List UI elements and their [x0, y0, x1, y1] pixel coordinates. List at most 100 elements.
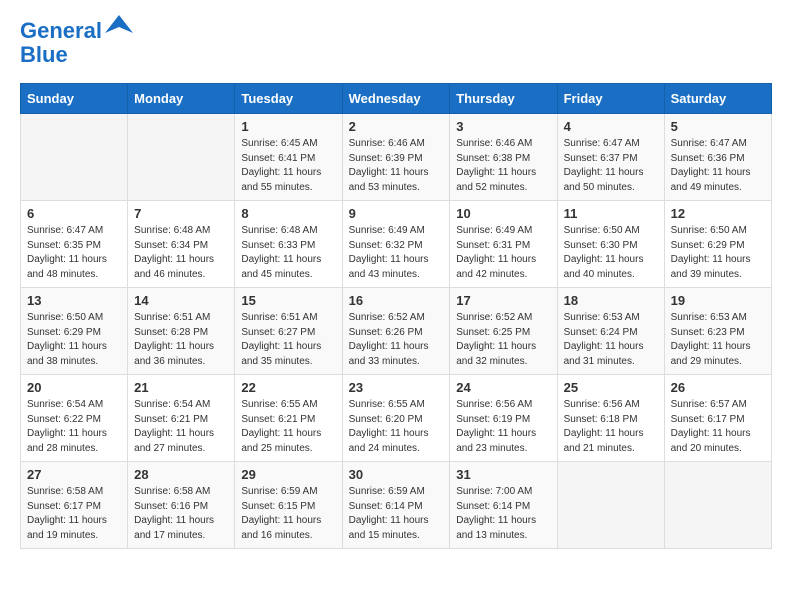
day-info: Sunrise: 6:56 AM Sunset: 6:18 PM Dayligh… [564, 398, 658, 456]
logo-text-blue: Blue [20, 42, 133, 68]
day-info: Sunrise: 6:50 AM Sunset: 6:29 PM Dayligh… [671, 224, 765, 282]
day-number: 7 [134, 206, 228, 221]
day-number: 15 [241, 293, 335, 308]
logo-text-general: General [20, 20, 102, 42]
day-info: Sunrise: 6:49 AM Sunset: 6:32 PM Dayligh… [349, 224, 444, 282]
day-info: Sunrise: 6:47 AM Sunset: 6:37 PM Dayligh… [564, 137, 658, 195]
calendar-cell: 12 Sunrise: 6:50 AM Sunset: 6:29 PM Dayli… [664, 201, 771, 288]
day-info: Sunrise: 6:51 AM Sunset: 6:28 PM Dayligh… [134, 311, 228, 369]
calendar-cell [557, 462, 664, 549]
calendar-cell: 9 Sunrise: 6:49 AM Sunset: 6:32 PM Daylig… [342, 201, 450, 288]
day-number: 14 [134, 293, 228, 308]
day-info: Sunrise: 6:53 AM Sunset: 6:23 PM Dayligh… [671, 311, 765, 369]
calendar-cell [664, 462, 771, 549]
day-number: 8 [241, 206, 335, 221]
calendar-cell: 29Sunrise: 6:59 AM Sunset: 6:15 PM Dayli… [235, 462, 342, 549]
calendar-cell: 26 Sunrise: 6:57 AM Sunset: 6:17 PM Dayli… [664, 375, 771, 462]
day-info: Sunrise: 6:56 AM Sunset: 6:19 PM Dayligh… [456, 398, 550, 456]
day-info: Sunrise: 7:00 AM Sunset: 6:14 PM Dayligh… [456, 485, 550, 543]
calendar-week-row: 13 Sunrise: 6:50 AM Sunset: 6:29 PM Dayli… [21, 288, 772, 375]
calendar-cell: 10 Sunrise: 6:49 AM Sunset: 6:31 PM Dayli… [450, 201, 557, 288]
calendar-week-row: 20Sunrise: 6:54 AM Sunset: 6:22 PM Dayli… [21, 375, 772, 462]
calendar-cell: 19 Sunrise: 6:53 AM Sunset: 6:23 PM Dayli… [664, 288, 771, 375]
day-info: Sunrise: 6:47 AM Sunset: 6:35 PM Dayligh… [27, 224, 121, 282]
day-number: 17 [456, 293, 550, 308]
page-header: General Blue [20, 20, 772, 68]
day-number: 11 [564, 206, 658, 221]
day-number: 23 [349, 380, 444, 395]
column-header-monday: Monday [128, 84, 235, 114]
day-info: Sunrise: 6:48 AM Sunset: 6:34 PM Dayligh… [134, 224, 228, 282]
day-info: Sunrise: 6:48 AM Sunset: 6:33 PM Dayligh… [241, 224, 335, 282]
day-number: 25 [564, 380, 658, 395]
calendar-cell: 8 Sunrise: 6:48 AM Sunset: 6:33 PM Daylig… [235, 201, 342, 288]
day-number: 5 [671, 119, 765, 134]
calendar-header-row: SundayMondayTuesdayWednesdayThursdayFrid… [21, 84, 772, 114]
day-info: Sunrise: 6:46 AM Sunset: 6:39 PM Dayligh… [349, 137, 444, 195]
logo-bird-icon [105, 13, 133, 41]
day-info: Sunrise: 6:49 AM Sunset: 6:31 PM Dayligh… [456, 224, 550, 282]
calendar-cell [128, 114, 235, 201]
column-header-wednesday: Wednesday [342, 84, 450, 114]
column-header-tuesday: Tuesday [235, 84, 342, 114]
day-info: Sunrise: 6:59 AM Sunset: 6:14 PM Dayligh… [349, 485, 444, 543]
calendar-cell: 15Sunrise: 6:51 AM Sunset: 6:27 PM Dayli… [235, 288, 342, 375]
day-number: 2 [349, 119, 444, 134]
calendar-week-row: 1Sunrise: 6:45 AM Sunset: 6:41 PM Daylig… [21, 114, 772, 201]
day-number: 21 [134, 380, 228, 395]
calendar-cell: 5 Sunrise: 6:47 AM Sunset: 6:36 PM Daylig… [664, 114, 771, 201]
day-info: Sunrise: 6:54 AM Sunset: 6:21 PM Dayligh… [134, 398, 228, 456]
day-number: 24 [456, 380, 550, 395]
day-number: 4 [564, 119, 658, 134]
day-number: 26 [671, 380, 765, 395]
day-number: 22 [241, 380, 335, 395]
day-number: 30 [349, 467, 444, 482]
day-number: 31 [456, 467, 550, 482]
calendar-cell: 24 Sunrise: 6:56 AM Sunset: 6:19 PM Dayli… [450, 375, 557, 462]
calendar-cell: 30 Sunrise: 6:59 AM Sunset: 6:14 PM Dayli… [342, 462, 450, 549]
column-header-friday: Friday [557, 84, 664, 114]
day-number: 27 [27, 467, 121, 482]
calendar-cell: 3 Sunrise: 6:46 AM Sunset: 6:38 PM Daylig… [450, 114, 557, 201]
day-info: Sunrise: 6:58 AM Sunset: 6:17 PM Dayligh… [27, 485, 121, 543]
day-number: 3 [456, 119, 550, 134]
column-header-sunday: Sunday [21, 84, 128, 114]
logo: General Blue [20, 20, 133, 68]
day-number: 28 [134, 467, 228, 482]
day-info: Sunrise: 6:58 AM Sunset: 6:16 PM Dayligh… [134, 485, 228, 543]
calendar-cell: 13 Sunrise: 6:50 AM Sunset: 6:29 PM Dayli… [21, 288, 128, 375]
calendar-cell: 7 Sunrise: 6:48 AM Sunset: 6:34 PM Daylig… [128, 201, 235, 288]
day-info: Sunrise: 6:52 AM Sunset: 6:25 PM Dayligh… [456, 311, 550, 369]
day-info: Sunrise: 6:45 AM Sunset: 6:41 PM Dayligh… [241, 137, 335, 195]
calendar-cell: 1Sunrise: 6:45 AM Sunset: 6:41 PM Daylig… [235, 114, 342, 201]
calendar-cell: 14 Sunrise: 6:51 AM Sunset: 6:28 PM Dayli… [128, 288, 235, 375]
calendar-cell: 31 Sunrise: 7:00 AM Sunset: 6:14 PM Dayli… [450, 462, 557, 549]
day-number: 13 [27, 293, 121, 308]
day-info: Sunrise: 6:53 AM Sunset: 6:24 PM Dayligh… [564, 311, 658, 369]
day-number: 9 [349, 206, 444, 221]
calendar-cell: 28 Sunrise: 6:58 AM Sunset: 6:16 PM Dayli… [128, 462, 235, 549]
day-info: Sunrise: 6:47 AM Sunset: 6:36 PM Dayligh… [671, 137, 765, 195]
day-number: 10 [456, 206, 550, 221]
calendar-cell: 27 Sunrise: 6:58 AM Sunset: 6:17 PM Dayli… [21, 462, 128, 549]
day-number: 20 [27, 380, 121, 395]
day-info: Sunrise: 6:52 AM Sunset: 6:26 PM Dayligh… [349, 311, 444, 369]
day-number: 19 [671, 293, 765, 308]
calendar-cell: 23 Sunrise: 6:55 AM Sunset: 6:20 PM Dayli… [342, 375, 450, 462]
calendar-cell: 21 Sunrise: 6:54 AM Sunset: 6:21 PM Dayli… [128, 375, 235, 462]
day-number: 6 [27, 206, 121, 221]
calendar-cell: 17 Sunrise: 6:52 AM Sunset: 6:25 PM Dayli… [450, 288, 557, 375]
calendar-cell: 25 Sunrise: 6:56 AM Sunset: 6:18 PM Dayli… [557, 375, 664, 462]
day-info: Sunrise: 6:55 AM Sunset: 6:21 PM Dayligh… [241, 398, 335, 456]
day-info: Sunrise: 6:46 AM Sunset: 6:38 PM Dayligh… [456, 137, 550, 195]
day-number: 12 [671, 206, 765, 221]
calendar-week-row: 6 Sunrise: 6:47 AM Sunset: 6:35 PM Daylig… [21, 201, 772, 288]
calendar-cell: 6 Sunrise: 6:47 AM Sunset: 6:35 PM Daylig… [21, 201, 128, 288]
calendar-cell: 16Sunrise: 6:52 AM Sunset: 6:26 PM Dayli… [342, 288, 450, 375]
calendar-cell [21, 114, 128, 201]
day-info: Sunrise: 6:50 AM Sunset: 6:29 PM Dayligh… [27, 311, 121, 369]
day-number: 29 [241, 467, 335, 482]
calendar-week-row: 27 Sunrise: 6:58 AM Sunset: 6:17 PM Dayli… [21, 462, 772, 549]
day-info: Sunrise: 6:55 AM Sunset: 6:20 PM Dayligh… [349, 398, 444, 456]
day-info: Sunrise: 6:57 AM Sunset: 6:17 PM Dayligh… [671, 398, 765, 456]
